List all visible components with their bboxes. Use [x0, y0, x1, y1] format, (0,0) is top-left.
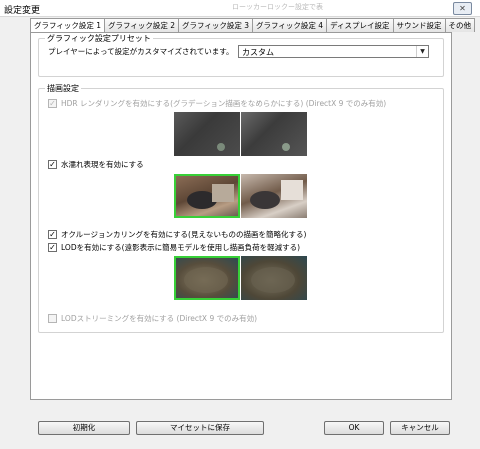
tab-graphics-3[interactable]: グラフィック設定 3	[178, 18, 254, 32]
lod-label: LODを有効にする(遠影表示に簡易モデルを使用し描画負荷を軽減する)	[61, 243, 301, 252]
hdr-preview-on-art	[282, 143, 290, 151]
wet-preview-on	[241, 174, 307, 218]
wet-checkbox[interactable]: ✓	[48, 160, 57, 169]
cancel-button[interactable]: キャンセル	[390, 421, 450, 435]
tab-graphics-1[interactable]: グラフィック設定 1	[30, 18, 106, 33]
render-group-title: 描画設定	[47, 84, 79, 93]
occlusion-checkbox[interactable]: ✓	[48, 230, 57, 239]
hdr-checkbox-row[interactable]: ✓ HDR レンダリングを有効にする(グラデーション描画をなめらかにする) (D…	[48, 98, 386, 109]
hdr-preview-on	[241, 112, 307, 156]
lod-streaming-checkbox[interactable]	[48, 314, 57, 323]
tab-other[interactable]: その他	[444, 18, 476, 32]
window-title: 設定変更	[4, 6, 41, 16]
preset-select-value: カスタム	[242, 48, 274, 57]
lod-streaming-label: LODストリーミングを有効にする (DirectX 9 でのみ有効)	[61, 314, 258, 323]
hdr-preview-off-art	[217, 143, 225, 151]
tab-bar: グラフィック設定 1 グラフィック設定 2 グラフィック設定 3 グラフィック設…	[30, 18, 476, 33]
save-preset-button[interactable]: マイセットに保存	[136, 421, 264, 435]
hdr-label: HDR レンダリングを有効にする(グラデーション描画をなめらかにする) (Dir…	[61, 99, 387, 108]
tab-display[interactable]: ディスプレイ設定	[326, 18, 394, 32]
reset-button[interactable]: 初期化	[38, 421, 130, 435]
lod-preview-off	[174, 256, 240, 300]
wet-preview-on-art	[250, 180, 303, 209]
preset-select[interactable]: カスタム ▼	[238, 45, 429, 58]
wet-preview-off-art	[187, 184, 234, 209]
lod-preview-on-art	[251, 267, 295, 293]
preset-label: プレイヤーによって設定がカスタマイズされています。	[48, 47, 234, 56]
chevron-down-icon[interactable]: ▼	[416, 46, 428, 57]
wet-label: 水濡れ表現を有効にする	[61, 160, 144, 169]
preset-group-title: グラフィック設定プリセット	[47, 34, 151, 43]
wet-checkbox-row[interactable]: ✓ 水濡れ表現を有効にする	[48, 159, 144, 170]
close-icon[interactable]: ✕	[453, 2, 472, 15]
occlusion-label: オクルージョンカリングを有効にする(見えないものの描画を簡略化する)	[61, 230, 307, 239]
occlusion-checkbox-row[interactable]: ✓ オクルージョンカリングを有効にする(見えないものの描画を簡略化する)	[48, 229, 306, 240]
lod-checkbox-row[interactable]: ✓ LODを有効にする(遠影表示に簡易モデルを使用し描画負荷を軽減する)	[48, 242, 300, 253]
lod-checkbox[interactable]: ✓	[48, 243, 57, 252]
title-bar: 設定変更 ローッカーロックー設定で表 ✕	[0, 0, 480, 17]
wet-preview-off	[174, 174, 240, 218]
ok-button[interactable]: OK	[324, 421, 384, 435]
tab-sound[interactable]: サウンド設定	[392, 18, 446, 32]
tab-graphics-2[interactable]: グラフィック設定 2	[104, 18, 180, 32]
lod-preview-on	[241, 256, 307, 300]
lod-preview-off-art	[184, 267, 228, 293]
hdr-checkbox[interactable]: ✓	[48, 99, 57, 108]
background-window-title: ローッカーロックー設定で表	[232, 3, 323, 11]
lod-streaming-checkbox-row[interactable]: LODストリーミングを有効にする (DirectX 9 でのみ有効)	[48, 313, 257, 324]
tab-graphics-4[interactable]: グラフィック設定 4	[252, 18, 328, 32]
hdr-preview-off	[174, 112, 240, 156]
